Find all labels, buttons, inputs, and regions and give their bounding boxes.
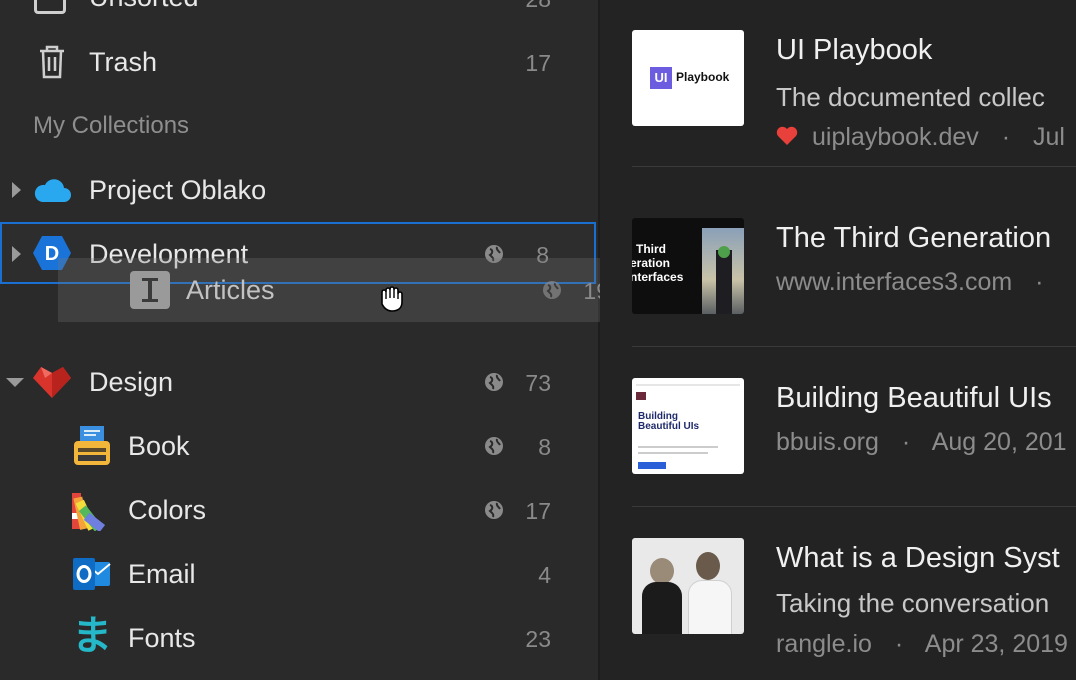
ui-badge: UI	[650, 67, 672, 89]
cloud-icon	[34, 179, 71, 202]
bookmark-card[interactable]: UI Playbook UI Playbook The documented c…	[632, 6, 1076, 167]
photo-person	[650, 558, 674, 584]
item-count: 17	[525, 498, 551, 524]
heart-icon	[776, 126, 798, 145]
thumbnail-text: Playbook	[676, 70, 730, 84]
bookmark-title: What is a Design Syst	[776, 542, 1060, 574]
trash-icon	[40, 45, 64, 79]
bookmark-date: Aug 20, 201	[931, 428, 1067, 456]
sidebar-item-book[interactable]: Book 8	[0, 414, 598, 478]
gem-heart-icon	[33, 367, 71, 398]
bookmark-date: Apr 23, 2019	[924, 630, 1068, 658]
grab-cursor-icon	[381, 286, 403, 312]
item-count: 17	[525, 50, 551, 76]
inbox-icon	[34, 0, 66, 14]
sidebar-item-unsorted[interactable]: Unsorted 28	[0, 0, 598, 32]
thumbnail-text: Third	[636, 242, 666, 256]
photo-person	[696, 552, 720, 580]
color-swatches-icon	[72, 493, 106, 531]
sidebar-item-label: Trash	[89, 47, 158, 77]
outlook-icon	[73, 558, 111, 590]
item-count: 28	[525, 0, 551, 13]
bookmark-meta: uiplaybook.dev · Jul	[812, 123, 1065, 151]
bookmark-date: Jul	[1033, 123, 1065, 151]
bookmark-domain: bbuis.org	[776, 428, 879, 456]
item-count: 8	[538, 434, 551, 460]
bookmark-thumbnail: Third eration nterfaces	[632, 218, 744, 314]
section-title: My Collections	[33, 112, 190, 139]
sidebar-item-label: Project Oblako	[89, 175, 267, 205]
bookmark-domain: rangle.io	[776, 630, 872, 658]
sidebar-item-fonts[interactable]: ま Fonts 23	[0, 606, 598, 670]
thumbnail-text: eration	[632, 256, 671, 270]
bookmark-title: UI Playbook	[776, 34, 933, 66]
bookmark-card[interactable]: What is a Design Syst Taking the convers…	[632, 506, 1076, 666]
articles-icon	[130, 271, 170, 309]
globe-icon	[485, 501, 503, 519]
globe-icon	[485, 437, 503, 455]
bookmark-meta: bbuis.org · Aug 20, 201	[776, 428, 1067, 456]
painting-image	[702, 228, 744, 314]
sidebar-item-label: Fonts	[128, 623, 196, 653]
sidebar-item-project-oblako[interactable]: Project Oblako	[0, 158, 598, 222]
sidebar-item-label: Book	[128, 431, 190, 461]
sidebar-item-label: Design	[89, 367, 174, 397]
thumbnail-text: Building Beautiful UIs	[638, 411, 700, 432]
bookmark-meta: rangle.io · Apr 23, 2019	[776, 630, 1068, 658]
hiragana-ma-icon: ま	[72, 614, 112, 658]
sidebar-item-colors[interactable]: Colors 17	[0, 478, 598, 542]
bookmark-description: The documented collec	[776, 82, 1045, 112]
bookmark-thumbnail	[632, 538, 744, 634]
bookmark-domain: www.interfaces3.com	[776, 268, 1013, 296]
item-count: 73	[525, 370, 551, 396]
globe-icon	[485, 373, 503, 391]
collapse-arrow-icon[interactable]	[6, 378, 24, 387]
sidebar-item-label: Email	[128, 559, 196, 589]
bookmark-title: The Third Generation	[776, 222, 1052, 254]
bookmark-title: Building Beautiful UIs	[776, 382, 1052, 414]
thumbnail-text: nterfaces	[632, 270, 684, 284]
typewriter-icon	[74, 426, 110, 465]
dragged-collection-ghost[interactable]: Articles 19	[58, 258, 658, 322]
bookmark-list: UI Playbook UI Playbook The documented c…	[600, 0, 1076, 680]
sidebar-item-trash[interactable]: Trash 17	[0, 30, 598, 94]
item-count: 23	[525, 626, 551, 652]
sidebar-item-label: Colors	[128, 495, 207, 525]
item-count: 4	[538, 562, 551, 588]
expand-arrow-icon[interactable]	[12, 182, 21, 198]
globe-icon	[543, 281, 561, 299]
sidebar-item-design[interactable]: Design 73	[0, 350, 598, 414]
bookmark-card[interactable]: Third eration nterfaces The Third Genera…	[632, 186, 1076, 347]
bookmark-description: Taking the conversation	[776, 588, 1050, 618]
bookmark-card[interactable]: Building Beautiful UIs Building Beautifu…	[632, 346, 1076, 507]
bookmark-domain: uiplaybook.dev	[812, 123, 979, 151]
sidebar-item-label: Unsorted	[89, 0, 199, 13]
dragged-item-label: Articles	[186, 275, 275, 305]
sidebar: Unsorted 28 Trash 17 My Collections Proj…	[0, 0, 600, 680]
bookmark-meta: www.interfaces3.com ·	[776, 268, 1044, 296]
sidebar-item-email[interactable]: Email 4	[0, 542, 598, 606]
bookmark-thumbnail: UI Playbook	[632, 30, 744, 126]
bookmark-thumbnail: Building Beautiful UIs	[632, 378, 744, 474]
expand-arrow-icon[interactable]	[12, 246, 21, 262]
